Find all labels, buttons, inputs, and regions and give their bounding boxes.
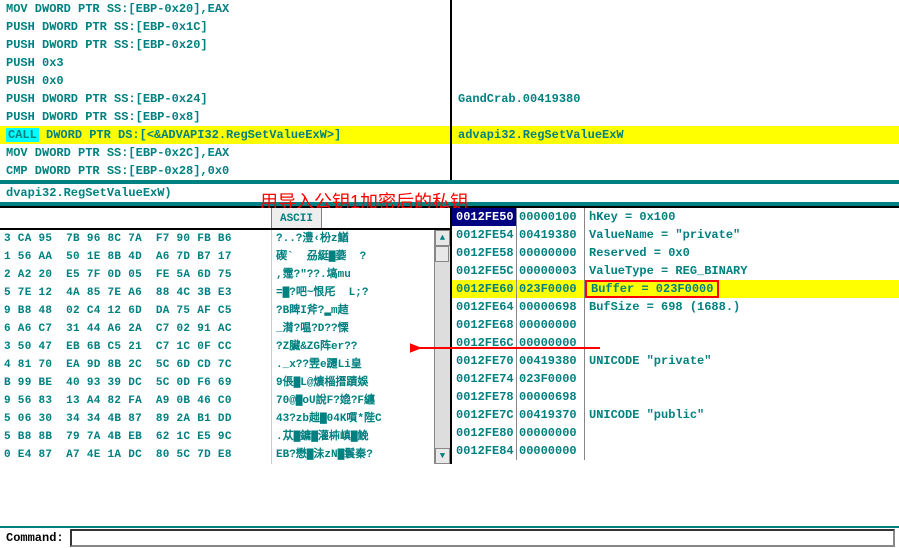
command-label: Command: xyxy=(0,531,70,545)
disasm-line[interactable]: MOV DWORD PTR SS:[EBP-0x20],EAX xyxy=(0,0,899,18)
hex-dump-pane[interactable]: ASCII 3 CA 95 7B 96 8C 7A F7 90 FB B6?..… xyxy=(0,208,452,464)
hex-row[interactable]: 4 81 70 EA 9D 8B 2C 5C 6D CD 7C._x??雴e躚L… xyxy=(0,356,450,374)
stack-pane[interactable]: 0012FE5000000100hKey = 0x1000012FE540041… xyxy=(452,208,899,464)
lower-panes: ASCII 3 CA 95 7B 96 8C 7A F7 90 FB B6?..… xyxy=(0,206,899,464)
command-bar: Command: xyxy=(0,526,899,548)
hex-scrollbar[interactable]: ▲ ▼ xyxy=(434,230,450,464)
scroll-up-icon[interactable]: ▲ xyxy=(435,230,450,246)
stack-row[interactable]: 0012FE60023F0000Buffer = 023F0000 xyxy=(452,280,899,298)
stack-row[interactable]: 0012FE7800000698 xyxy=(452,388,899,406)
disasm-line[interactable]: PUSH DWORD PTR SS:[EBP-0x8] xyxy=(0,108,899,126)
stack-row[interactable]: 0012FE6400000698BufSize = 698 (1688.) xyxy=(452,298,899,316)
hex-row[interactable]: 5 06 30 34 34 4B 87 89 2A B1 DD43?zb趉▇04… xyxy=(0,410,450,428)
hex-row[interactable]: 5 7E 12 4A 85 7E A6 88 4C 3B E3=▇?吧~恨厇 L… xyxy=(0,284,450,302)
stack-row[interactable]: 0012FE7C00419370UNICODE "public" xyxy=(452,406,899,424)
hex-row[interactable]: 9 B8 48 02 C4 12 6D DA 75 AF C5?B睥I斧?▂m趌 xyxy=(0,302,450,320)
hex-header: ASCII xyxy=(0,208,450,230)
command-input[interactable] xyxy=(70,529,895,547)
hex-row[interactable]: 9 56 83 13 A4 82 FA A9 0B 46 C070@▇oU說F?… xyxy=(0,392,450,410)
stack-row[interactable]: 0012FE8000000000 xyxy=(452,424,899,442)
stack-row[interactable]: 0012FE5C00000003ValueType = REG_BINARY xyxy=(452,262,899,280)
hex-row[interactable]: 0 E4 87 A7 4E 1A DC 80 5C 7D E8EB?懋▇沬zN▇… xyxy=(0,446,450,464)
stack-row[interactable]: 0012FE5000000100hKey = 0x100 xyxy=(452,208,899,226)
scroll-down-icon[interactable]: ▼ xyxy=(435,448,450,464)
hex-row[interactable]: 1 56 AA 50 1E 8B 4D A6 7D B7 17碶` 刕綎▇嬊 ? xyxy=(0,248,450,266)
disasm-line[interactable]: CMP DWORD PTR SS:[EBP-0x28],0x0 xyxy=(0,162,899,180)
scroll-thumb[interactable] xyxy=(435,246,449,262)
stack-row[interactable]: 0012FE5400419380ValueName = "private" xyxy=(452,226,899,244)
disasm-line[interactable]: PUSH DWORD PTR SS:[EBP-0x20] xyxy=(0,36,899,54)
disasm-line[interactable]: CALL DWORD PTR DS:[<&ADVAPI32.RegSetValu… xyxy=(0,126,899,144)
disasm-line[interactable]: PUSH DWORD PTR SS:[EBP-0x24]GandCrab.004… xyxy=(0,90,899,108)
stack-row[interactable]: 0012FE6800000000 xyxy=(452,316,899,334)
ascii-header: ASCII xyxy=(272,208,322,228)
hex-row[interactable]: 5 B8 8B 79 7A 4B EB 62 1C E5 9C.苁▇鏞▇灌枾嵮▇… xyxy=(0,428,450,446)
hex-row[interactable]: B 99 BE 40 93 39 DC 5C 0D F6 699倀▇L@爌椔搢蹟… xyxy=(0,374,450,392)
disasm-line[interactable]: PUSH 0x3 xyxy=(0,54,899,72)
stack-row[interactable]: 0012FE6C00000000 xyxy=(452,334,899,352)
stack-row[interactable]: 0012FE74023F0000 xyxy=(452,370,899,388)
hex-row[interactable]: 2 A2 20 E5 7F 0D 05 FE 5A 6D 75,霪?"??.塙m… xyxy=(0,266,450,284)
hex-row[interactable]: 3 CA 95 7B 96 8C 7A F7 90 FB B6?..?澧‹枌z鰌 xyxy=(0,230,450,248)
disasm-line[interactable]: PUSH 0x0 xyxy=(0,72,899,90)
hex-row[interactable]: 3 50 47 EB 6B C5 21 C7 1C 0F CC?Z臟&ZG阵er… xyxy=(0,338,450,356)
disassembly-pane[interactable]: MOV DWORD PTR SS:[EBP-0x20],EAXPUSH DWOR… xyxy=(0,0,899,180)
stack-row[interactable]: 0012FE8400000000 xyxy=(452,442,899,460)
disasm-line[interactable]: MOV DWORD PTR SS:[EBP-0x2C],EAX xyxy=(0,144,899,162)
stack-row[interactable]: 0012FE7000419380UNICODE "private" xyxy=(452,352,899,370)
disasm-line[interactable]: PUSH DWORD PTR SS:[EBP-0x1C] xyxy=(0,18,899,36)
hex-row[interactable]: 6 A6 C7 31 44 A6 2A C7 02 91 AC_潸?嗢?D??慄 xyxy=(0,320,450,338)
stack-row[interactable]: 0012FE5800000000Reserved = 0x0 xyxy=(452,244,899,262)
